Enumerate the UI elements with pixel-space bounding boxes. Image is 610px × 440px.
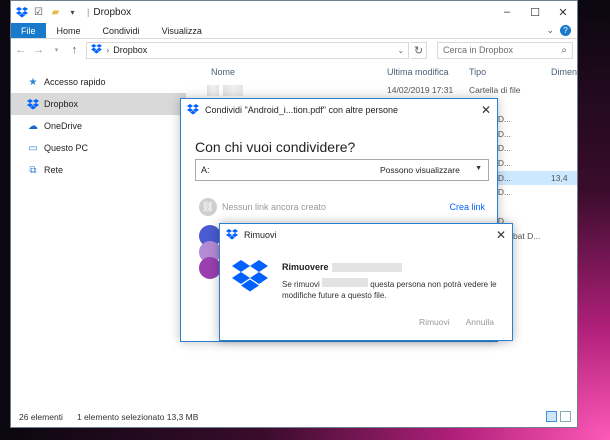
back-arrow-icon[interactable]: ←: [15, 44, 27, 56]
cancel-button[interactable]: Annulla: [466, 317, 494, 327]
sidebar-item-network[interactable]: ⧉ Rete: [11, 159, 186, 181]
sort-ascending-icon: ^: [289, 63, 293, 68]
title-separator: |: [87, 7, 90, 17]
file-icon: [207, 85, 219, 96]
cell-type: Cartella di file: [469, 85, 521, 95]
permission-dropdown-icon[interactable]: ▼: [475, 165, 482, 172]
create-link-button[interactable]: Crea link: [449, 202, 485, 212]
dropbox-logo-icon: [232, 260, 268, 295]
tab-home[interactable]: Home: [46, 23, 92, 38]
window-controls: – ☐ ✕: [493, 1, 577, 23]
minimize-button[interactable]: –: [493, 1, 521, 23]
dropbox-icon: [91, 44, 103, 56]
search-placeholder: Cerca in Dropbox: [443, 45, 514, 55]
sidebar-item-onedrive[interactable]: ☁ OneDrive: [11, 115, 186, 137]
status-bar: 26 elementi 1 elemento selezionato 13,3 …: [11, 407, 577, 427]
tab-file[interactable]: File: [11, 23, 46, 38]
tab-view[interactable]: Visualizza: [151, 23, 213, 38]
customize-quick-access-icon[interactable]: ▾: [66, 6, 79, 19]
close-button[interactable]: ✕: [549, 1, 577, 23]
redacted-name: [322, 278, 369, 287]
redacted-file-name: [223, 85, 243, 96]
column-headers: ^ Nome Ultima modifica Tipo Dimen: [197, 63, 577, 80]
remove-message-prefix: Se rimuovi: [282, 280, 320, 289]
help-icon[interactable]: ?: [560, 25, 571, 36]
cloud-icon: ☁: [28, 120, 38, 132]
remove-close-button[interactable]: ✕: [490, 228, 512, 242]
navigation-pane: ★ Accesso rapido Dropbox ☁ OneDrive ▭ Qu…: [11, 63, 186, 408]
remove-dialog: Rimuovi ✕ Rimuovere Se rimuovi questa pe…: [219, 223, 513, 341]
no-link-text: Nessun link ancora creato: [222, 202, 327, 212]
remove-heading-text: Rimuovere: [282, 262, 329, 272]
folder-icon[interactable]: ▰: [49, 6, 62, 19]
computer-icon: ▭: [28, 142, 38, 154]
remove-dialog-titlebar: Rimuovi ✕: [220, 224, 512, 246]
selection-info: 1 elemento selezionato 13,3 MB: [76, 412, 199, 422]
title-bar: ☑ ▰ ▾ | Dropbox – ☐ ✕: [11, 1, 577, 23]
breadcrumb-chevron-icon[interactable]: ›: [106, 45, 109, 55]
expand-ribbon-icon[interactable]: ⌄: [546, 25, 554, 36]
sidebar-item-label: Dropbox: [44, 99, 79, 109]
maximize-button[interactable]: ☐: [521, 1, 549, 23]
remove-message: Se rimuovi questa persona non potrà vede…: [282, 278, 504, 301]
sidebar-item-label: Rete: [44, 165, 64, 175]
details-view-icon[interactable]: [546, 411, 557, 422]
remove-dialog-title: Rimuovi: [244, 230, 277, 240]
search-input[interactable]: Cerca in Dropbox ⌕: [437, 41, 574, 59]
forward-arrow-icon[interactable]: →: [33, 44, 45, 56]
remove-heading: Rimuovere: [282, 262, 402, 272]
share-dialog-titlebar: Condividi "Android_i...tion.pdf" con alt…: [181, 99, 497, 121]
ribbon-right: ⌄ ?: [546, 23, 577, 38]
permission-select[interactable]: Possono visualizzare: [380, 165, 460, 175]
properties-icon[interactable]: ☑: [32, 6, 45, 19]
recipient-input[interactable]: A: Possono visualizzare ▼: [195, 159, 489, 181]
share-close-button[interactable]: ✕: [475, 103, 497, 117]
sidebar-item-quick-access[interactable]: ★ Accesso rapido: [11, 71, 186, 93]
sidebar-item-this-pc[interactable]: ▭ Questo PC: [11, 137, 186, 159]
dropbox-icon: [27, 98, 39, 110]
network-icon: ⧉: [29, 164, 37, 176]
sidebar-item-label: OneDrive: [44, 121, 83, 131]
remove-actions: Rimuovi Annulla: [419, 317, 494, 327]
link-row: ⛓ Nessun link ancora creato Crea link: [199, 197, 485, 217]
sidebar-item-label: Questo PC: [44, 143, 89, 153]
column-header-modified[interactable]: Ultima modifica: [387, 67, 449, 77]
column-header-type[interactable]: Tipo: [469, 67, 486, 77]
search-icon: ⌕: [561, 44, 568, 56]
recent-locations-icon[interactable]: ▾: [51, 46, 63, 54]
address-dropdown-icon[interactable]: ⌄: [398, 46, 405, 55]
cell-size: 13,4: [551, 172, 568, 183]
dropbox-icon: [15, 6, 28, 19]
address-bar[interactable]: › Dropbox ⌄: [86, 41, 410, 59]
window-title: Dropbox: [93, 6, 132, 18]
sidebar-item-dropbox[interactable]: Dropbox: [11, 93, 186, 115]
avatar: [199, 257, 221, 279]
tab-share[interactable]: Condividi: [92, 23, 151, 38]
share-dialog-title: Condividi "Android_i...tion.pdf" con alt…: [205, 105, 399, 115]
sidebar-item-label: Accesso rapido: [44, 77, 106, 87]
recipient-label: A:: [201, 165, 210, 175]
share-heading: Con chi vuoi condividere?: [195, 139, 356, 155]
up-arrow-icon[interactable]: ↑: [68, 44, 80, 56]
star-icon: ★: [28, 76, 38, 88]
redacted-name: [331, 262, 402, 272]
address-row: ← → ▾ ↑ › Dropbox ⌄ ↻ Cerca in Dropbox ⌕: [11, 39, 577, 61]
cell-modified: 14/02/2019 17:31: [387, 85, 454, 95]
column-header-size[interactable]: Dimen: [551, 67, 577, 77]
ribbon-tabs: File Home Condividi Visualizza ⌄ ?: [11, 23, 577, 39]
remove-button[interactable]: Rimuovi: [419, 317, 450, 327]
table-row[interactable]: 14/02/2019 17:31 Cartella di file: [197, 83, 577, 97]
item-count: 26 elementi: [19, 412, 63, 422]
dropbox-icon: [226, 228, 238, 242]
view-switcher: [546, 411, 571, 422]
refresh-icon[interactable]: ↻: [411, 41, 427, 59]
member-avatars: [199, 225, 221, 279]
dropbox-icon: [187, 103, 199, 117]
large-icons-view-icon[interactable]: [560, 411, 571, 422]
link-icon: ⛓: [199, 198, 217, 216]
breadcrumb[interactable]: Dropbox: [113, 45, 147, 55]
column-header-name[interactable]: Nome: [211, 67, 235, 77]
